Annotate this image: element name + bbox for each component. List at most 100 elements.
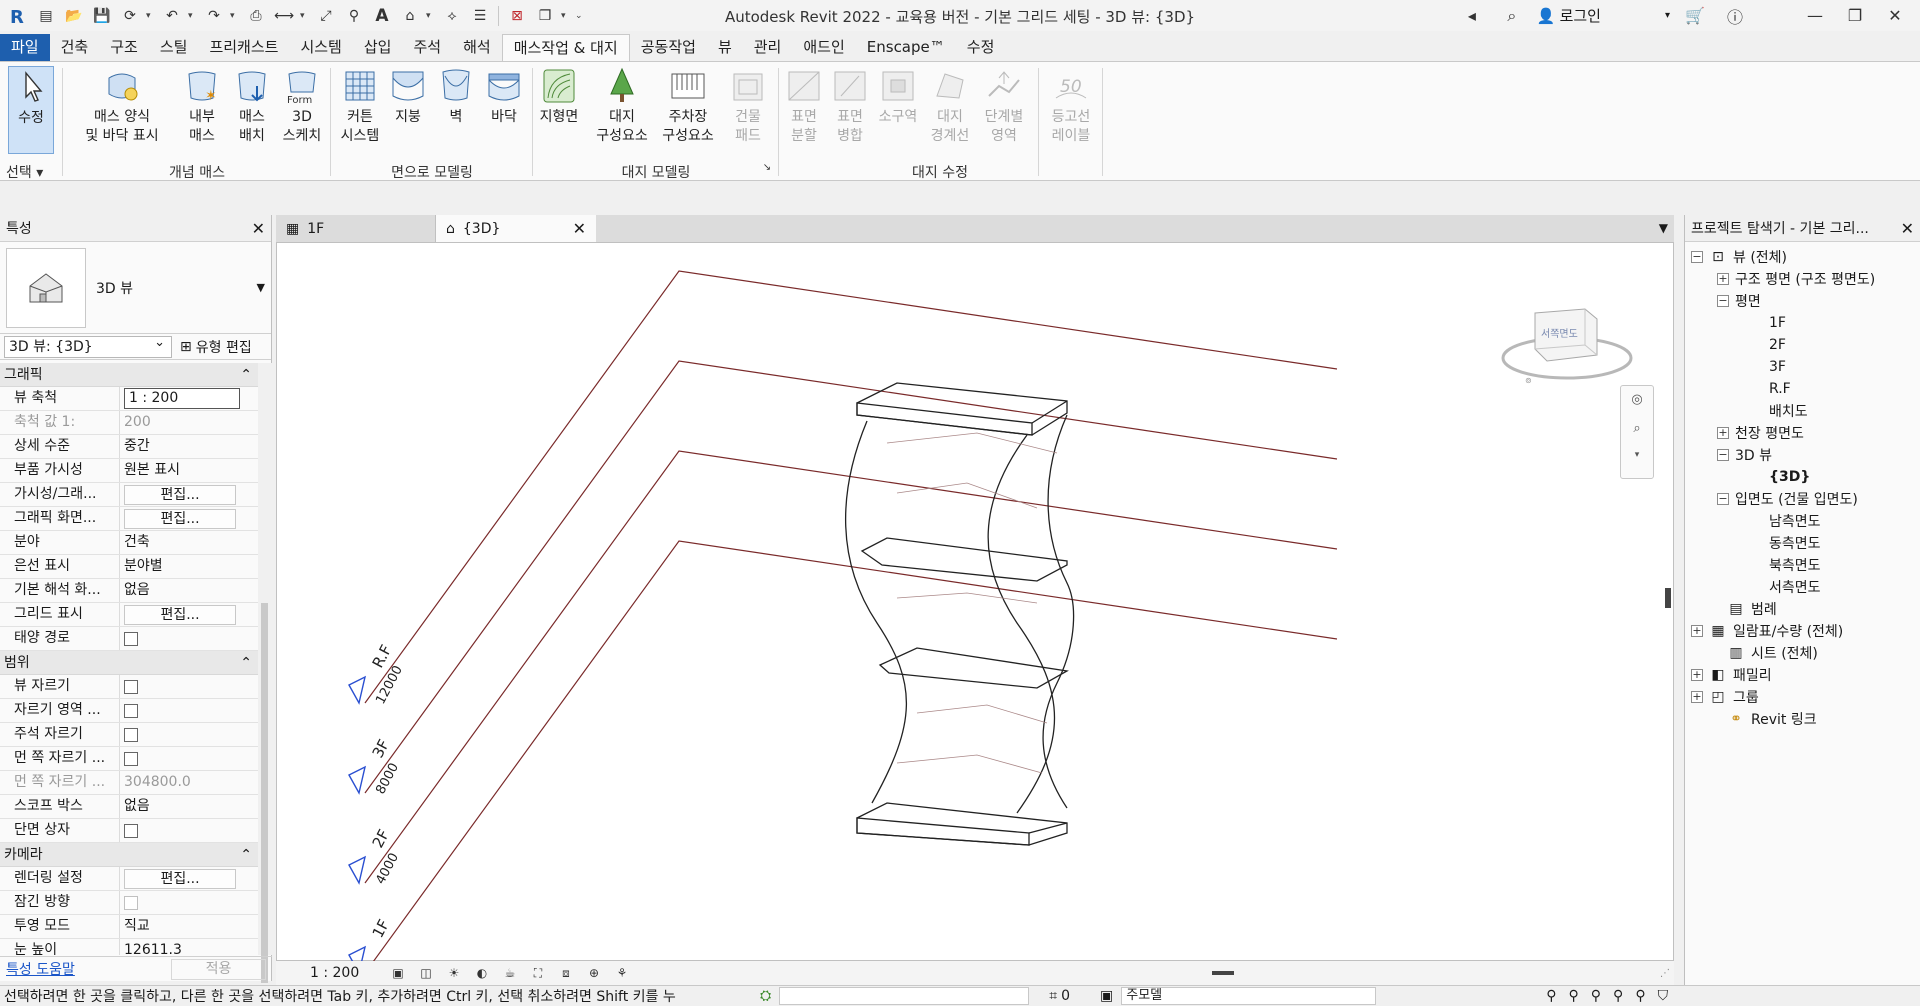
mass-edge[interactable] bbox=[1042, 414, 1075, 809]
tree-node-ceiling-plans[interactable]: + 천장 평면도 bbox=[1685, 422, 1920, 444]
property-input[interactable]: 1 : 200 bbox=[124, 388, 240, 409]
tree-node-plan[interactable]: 2F bbox=[1685, 334, 1920, 356]
ribbon-tab[interactable]: 스틸 bbox=[149, 34, 199, 61]
select-links-icon[interactable]: ⚲ bbox=[1546, 988, 1556, 1004]
properties-close-icon[interactable]: ✕ bbox=[252, 219, 265, 238]
select-pinned-icon[interactable]: ⚲ bbox=[1591, 988, 1601, 1004]
inplace-mass-button[interactable]: ✶ 내부 매스 bbox=[182, 66, 222, 146]
level-name[interactable]: 3F bbox=[369, 736, 393, 760]
expand-icon[interactable]: + bbox=[1691, 669, 1703, 681]
mass-edge[interactable] bbox=[860, 537, 1068, 582]
property-checkbox[interactable] bbox=[124, 632, 138, 646]
modify-button[interactable]: 수정 bbox=[8, 66, 54, 154]
property-section-graphics[interactable]: 그래픽 ⌃ bbox=[0, 363, 258, 387]
rendering-icon[interactable]: ☕ bbox=[500, 965, 520, 981]
property-value[interactable]: 12611.3 bbox=[120, 939, 258, 955]
tree-node-schedules[interactable]: + ▦ 일람표/수량 (전체) bbox=[1685, 620, 1920, 642]
view-tab-close-icon[interactable]: ✕ bbox=[573, 219, 586, 238]
tree-node-plan[interactable]: 3F bbox=[1685, 356, 1920, 378]
3d-dropdown-icon[interactable]: ▾ bbox=[426, 11, 436, 21]
binoculars-icon[interactable]: ⌕ bbox=[1497, 6, 1527, 26]
home-icon[interactable]: ▤ bbox=[34, 4, 58, 28]
login-button[interactable]: 👤 로그인 ▾ bbox=[1537, 5, 1670, 26]
expand-icon[interactable]: + bbox=[1691, 625, 1703, 637]
tree-node-sheets[interactable]: ▥ 시트 (전체) bbox=[1685, 642, 1920, 664]
nav-dropdown-icon[interactable]: ▾ bbox=[1635, 450, 1640, 460]
level-elevation[interactable]: 4000 bbox=[373, 851, 402, 887]
property-checkbox[interactable] bbox=[124, 728, 138, 742]
help-icon[interactable]: ⓘ bbox=[1720, 4, 1750, 28]
shadows-icon[interactable]: ◐ bbox=[472, 965, 492, 981]
tree-node-elevation[interactable]: 서측면도 bbox=[1685, 576, 1920, 598]
mass-edge[interactable] bbox=[856, 817, 1030, 846]
select-group-label[interactable]: 선택 ▾ bbox=[6, 162, 61, 181]
redo-dropdown-icon[interactable]: ▾ bbox=[230, 11, 240, 21]
curtain-system-button[interactable]: 커튼 시스템 bbox=[338, 66, 382, 146]
level-marker-icon[interactable] bbox=[348, 855, 367, 885]
undo-icon[interactable]: ↶ bbox=[160, 4, 184, 28]
level-line[interactable] bbox=[364, 270, 1338, 704]
tree-node-elevation[interactable]: 동측면도 bbox=[1685, 532, 1920, 554]
ribbon-tab[interactable]: 삽입 bbox=[353, 34, 403, 61]
level-2[interactable]: 2F4000 bbox=[348, 450, 1338, 887]
section-collapse-icon[interactable]: ⌃ bbox=[240, 843, 252, 866]
mass-edge[interactable] bbox=[1028, 822, 1068, 834]
toposurface-button[interactable]: 지형면 bbox=[536, 66, 582, 127]
ribbon-tab[interactable]: 매스작업 & 대지 bbox=[501, 34, 630, 61]
ribbon-tab[interactable]: 해석 bbox=[452, 34, 502, 61]
undo-dropdown-icon[interactable]: ▾ bbox=[188, 11, 198, 21]
scrollbar-thumb[interactable] bbox=[261, 603, 268, 983]
level-1[interactable]: 3F8000 bbox=[348, 360, 1338, 797]
property-value[interactable]: 건축 bbox=[120, 531, 258, 554]
mass-edge[interactable] bbox=[844, 420, 908, 804]
type-selector[interactable]: 3D 뷰 ▼ bbox=[0, 242, 271, 334]
property-edit-button[interactable]: 편집... bbox=[124, 869, 236, 889]
expand-icon[interactable]: + bbox=[1717, 273, 1729, 285]
property-edit-button[interactable]: 편집... bbox=[124, 605, 236, 625]
ribbon-tab[interactable]: 구조 bbox=[99, 34, 149, 61]
temporary-hide-icon[interactable]: ⚘ bbox=[612, 965, 632, 981]
tag-icon[interactable]: ⚲ bbox=[342, 4, 366, 28]
ribbon-tab[interactable]: 파일 bbox=[0, 34, 50, 61]
level-3[interactable]: 1F0 bbox=[348, 540, 1338, 977]
view-tab-1f[interactable]: ▦ 1F bbox=[276, 215, 436, 242]
section-collapse-icon[interactable]: ⌃ bbox=[240, 651, 252, 674]
ribbon-tab[interactable]: 애드인 bbox=[792, 34, 855, 61]
mass-edge[interactable] bbox=[856, 402, 1033, 436]
text-icon[interactable]: A bbox=[370, 4, 394, 28]
lock-view-icon[interactable]: ⊕ bbox=[584, 965, 604, 981]
property-value[interactable]: 없음 bbox=[120, 579, 258, 602]
open-icon[interactable]: 📂 bbox=[62, 4, 86, 28]
filter-icon[interactable]: ⛉ bbox=[1658, 988, 1669, 1004]
ribbon-tab[interactable]: 주석 bbox=[402, 34, 452, 61]
mass-edge[interactable] bbox=[878, 647, 1069, 689]
mass-edge[interactable] bbox=[856, 802, 1068, 846]
select-underlay-icon[interactable]: ⚲ bbox=[1569, 988, 1579, 1004]
minimize-icon[interactable]: — bbox=[1800, 6, 1830, 25]
apply-button[interactable]: 적용 bbox=[171, 958, 266, 980]
close-hidden-windows-icon[interactable]: ⊠ bbox=[505, 4, 529, 28]
search-expand-icon[interactable]: ◂ bbox=[1457, 6, 1487, 25]
design-options-icon[interactable]: ▣ bbox=[1100, 988, 1113, 1004]
level-line[interactable] bbox=[364, 360, 1338, 794]
place-mass-button[interactable]: 매스 배치 bbox=[232, 66, 272, 146]
subregion-button[interactable]: 소구역 bbox=[874, 66, 922, 127]
visual-style-icon[interactable]: ◫ bbox=[416, 965, 436, 981]
thin-lines-icon[interactable]: ☰ bbox=[468, 4, 492, 28]
building-pad-button[interactable]: 건물 패드 bbox=[726, 66, 770, 146]
level-marker-icon[interactable] bbox=[348, 675, 367, 705]
drawing-canvas[interactable]: R.F120003F80002F40001F0 서쪽면도 ⊚ ◎ ⌕ ▾ bbox=[276, 242, 1674, 977]
ribbon-tab[interactable]: 관리 bbox=[743, 34, 793, 61]
tree-node-plan[interactable]: 배치도 bbox=[1685, 400, 1920, 422]
properties-scrollbar[interactable] bbox=[258, 363, 272, 983]
close-icon[interactable]: ✕ bbox=[1880, 6, 1910, 25]
parking-component-button[interactable]: 주차장 구성요소 bbox=[656, 66, 720, 146]
section-icon[interactable]: ⟡ bbox=[440, 4, 464, 28]
expand-icon[interactable]: + bbox=[1717, 427, 1729, 439]
expand-icon[interactable]: + bbox=[1691, 691, 1703, 703]
property-value[interactable]: 분야별 bbox=[120, 555, 258, 578]
3d-sketch-button[interactable]: Form 3D 스케치 bbox=[280, 66, 324, 146]
tree-node-families[interactable]: + ◧ 패밀리 bbox=[1685, 664, 1920, 686]
property-checkbox[interactable] bbox=[124, 752, 138, 766]
twisted-mass-model[interactable] bbox=[844, 382, 1075, 846]
